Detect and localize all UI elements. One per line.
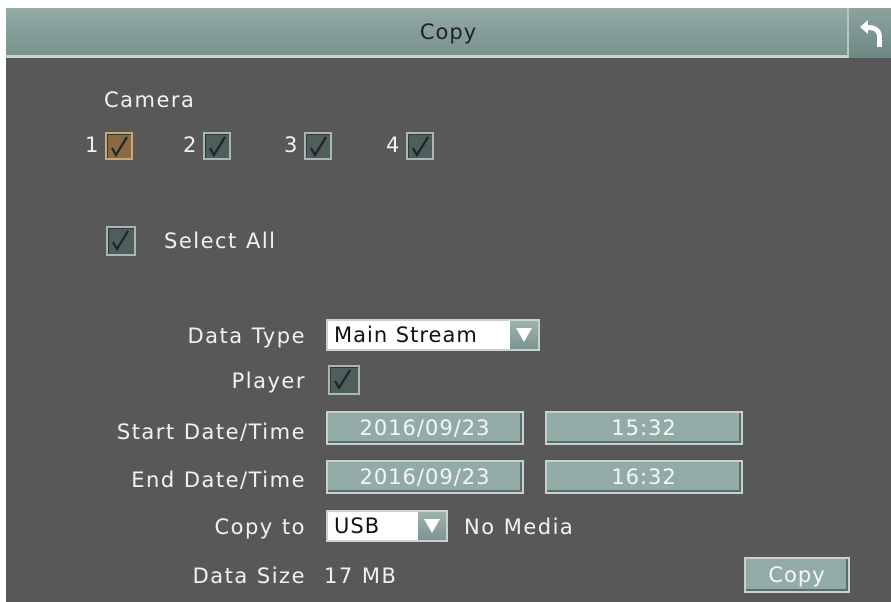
- data-type-value: Main Stream: [334, 323, 478, 347]
- data-type-select[interactable]: Main Stream: [326, 319, 540, 351]
- camera-3-label: 3: [284, 133, 299, 157]
- data-size-label: Data Size: [192, 564, 306, 588]
- checkmark-icon: [111, 136, 128, 158]
- data-size-value: 17 MB: [324, 564, 398, 588]
- dropdown-arrow-icon: [510, 321, 538, 349]
- checkmark-icon: [412, 136, 429, 158]
- camera-heading: Camera: [104, 88, 196, 112]
- start-date-button[interactable]: 2016/09/23: [326, 411, 524, 445]
- media-status: No Media: [464, 515, 575, 539]
- camera-4-checkbox[interactable]: [406, 132, 434, 160]
- dropdown-arrow-icon: [418, 512, 446, 540]
- end-date-button[interactable]: 2016/09/23: [326, 460, 524, 494]
- camera-1-label: 1: [85, 133, 100, 157]
- camera-2-checkbox[interactable]: [203, 132, 231, 160]
- select-all-label: Select All: [164, 229, 277, 253]
- camera-1-checkbox[interactable]: [105, 132, 133, 160]
- start-datetime-label: Start Date/Time: [116, 420, 306, 444]
- checkmark-icon: [209, 136, 226, 158]
- start-time-button[interactable]: 15:32: [545, 411, 743, 445]
- data-type-label: Data Type: [187, 324, 306, 348]
- checkmark-icon: [112, 230, 129, 252]
- checkmark-icon: [334, 369, 351, 391]
- title-bar: Copy: [6, 8, 891, 58]
- player-label: Player: [231, 369, 306, 393]
- player-checkbox[interactable]: [328, 365, 360, 395]
- end-time-button[interactable]: 16:32: [545, 460, 743, 494]
- checkmark-icon: [310, 136, 327, 158]
- camera-3-checkbox[interactable]: [304, 132, 332, 160]
- select-all-checkbox[interactable]: [106, 226, 136, 256]
- window-title: Copy: [419, 20, 478, 44]
- copy-to-value: USB: [334, 514, 381, 538]
- end-datetime-label: End Date/Time: [131, 468, 306, 492]
- copy-dialog: Copy Camera 1 2 3 4 Select All Data Type…: [6, 8, 891, 602]
- camera-2-label: 2: [183, 133, 198, 157]
- camera-4-label: 4: [386, 133, 401, 157]
- copy-to-select[interactable]: USB: [326, 510, 448, 542]
- back-button[interactable]: [847, 8, 891, 58]
- copy-to-label: Copy to: [214, 515, 306, 539]
- copy-button[interactable]: Copy: [744, 557, 850, 593]
